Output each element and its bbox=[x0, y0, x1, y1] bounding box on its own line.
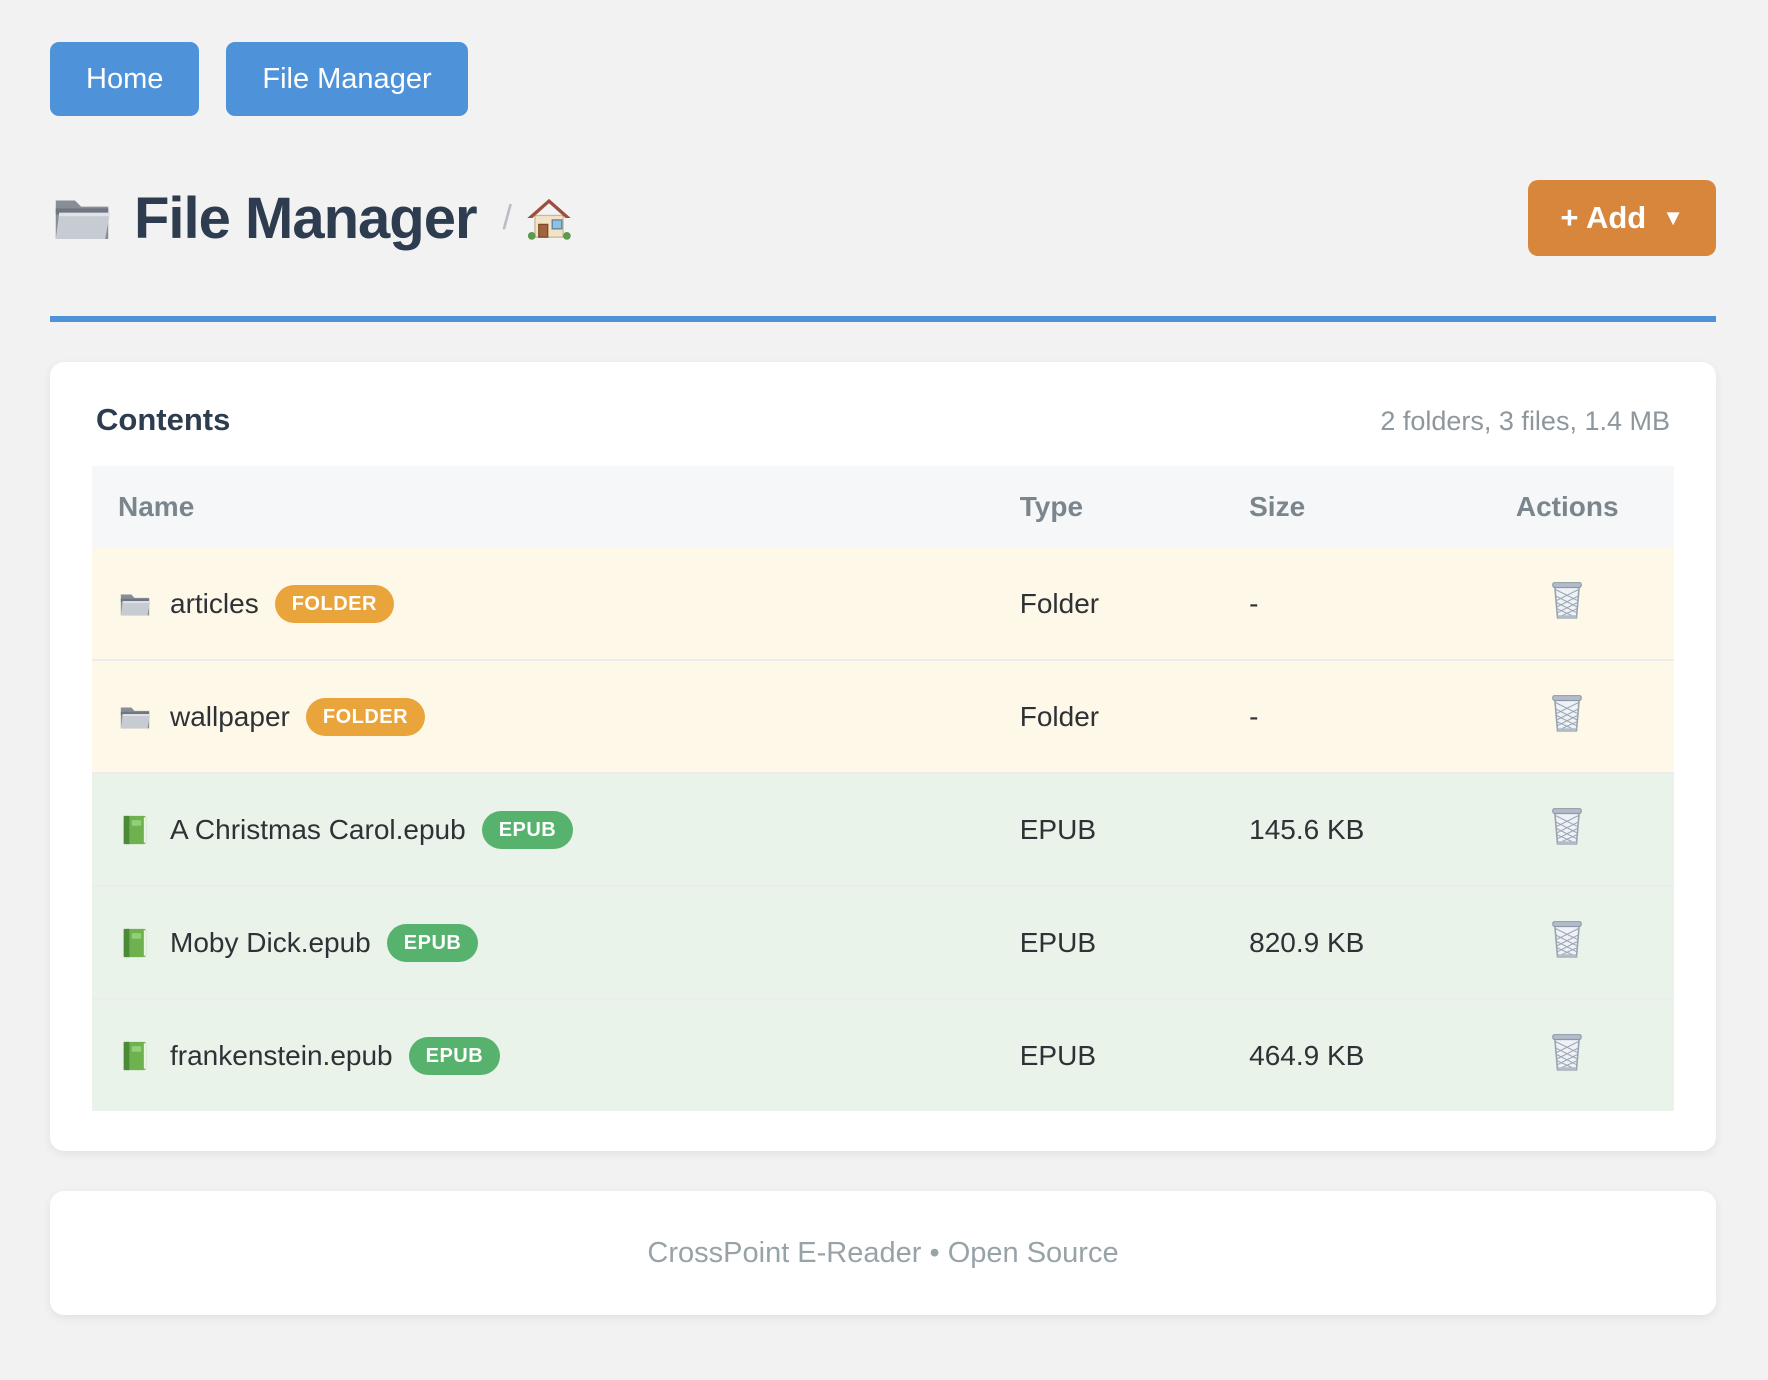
folder-icon bbox=[118, 588, 152, 620]
table-row[interactable]: frankenstein.epub EPUB EPUB 464.9 KB bbox=[92, 999, 1674, 1111]
breadcrumb-separator: / bbox=[503, 199, 512, 238]
epub-badge: EPUB bbox=[482, 811, 574, 849]
top-nav: Home File Manager bbox=[50, 42, 1716, 116]
type-cell: Folder bbox=[994, 548, 1223, 660]
delete-button[interactable] bbox=[1549, 806, 1585, 846]
epub-badge: EPUB bbox=[387, 924, 479, 962]
file-manager-button[interactable]: File Manager bbox=[226, 42, 467, 116]
book-icon bbox=[118, 1040, 152, 1072]
table-header-row: Name Type Size Actions bbox=[92, 466, 1674, 548]
size-cell: 464.9 KB bbox=[1223, 999, 1460, 1111]
breadcrumb-home-link[interactable] bbox=[526, 196, 572, 240]
type-cell: EPUB bbox=[994, 999, 1223, 1111]
contents-card-header: Contents 2 folders, 3 files, 1.4 MB bbox=[92, 402, 1674, 438]
trash-icon bbox=[1549, 1032, 1585, 1072]
book-icon bbox=[118, 927, 152, 959]
file-name[interactable]: frankenstein.epub bbox=[170, 1040, 393, 1072]
trash-icon bbox=[1549, 693, 1585, 733]
size-cell: - bbox=[1223, 660, 1460, 773]
file-name[interactable]: Moby Dick.epub bbox=[170, 927, 371, 959]
file-name[interactable]: wallpaper bbox=[170, 701, 290, 733]
type-cell: EPUB bbox=[994, 886, 1223, 999]
column-header-type: Type bbox=[994, 466, 1223, 548]
epub-badge: EPUB bbox=[409, 1037, 501, 1075]
column-header-name: Name bbox=[92, 466, 994, 548]
trash-icon bbox=[1549, 806, 1585, 846]
add-button[interactable]: + Add ▼ bbox=[1528, 180, 1716, 256]
page: Home File Manager File Manager / + Add ▼… bbox=[0, 0, 1768, 1380]
trash-icon bbox=[1549, 580, 1585, 620]
folder-icon bbox=[118, 701, 152, 733]
table-row[interactable]: wallpaper FOLDER Folder - bbox=[92, 660, 1674, 773]
footer-text: CrossPoint E-Reader • Open Source bbox=[647, 1237, 1118, 1270]
delete-button[interactable] bbox=[1549, 1032, 1585, 1072]
footer: CrossPoint E-Reader • Open Source bbox=[50, 1191, 1716, 1315]
contents-title: Contents bbox=[96, 402, 230, 438]
file-name[interactable]: articles bbox=[170, 588, 259, 620]
type-cell: Folder bbox=[994, 660, 1223, 773]
trash-icon bbox=[1549, 919, 1585, 959]
book-icon bbox=[118, 814, 152, 846]
column-header-size: Size bbox=[1223, 466, 1460, 548]
folder-badge: FOLDER bbox=[275, 585, 394, 623]
type-cell: EPUB bbox=[994, 773, 1223, 886]
page-title: File Manager bbox=[134, 185, 477, 252]
file-table: Name Type Size Actions articles FOLDER bbox=[92, 466, 1674, 1111]
table-row[interactable]: A Christmas Carol.epub EPUB EPUB 145.6 K… bbox=[92, 773, 1674, 886]
chevron-down-icon: ▼ bbox=[1662, 205, 1684, 231]
table-row[interactable]: Moby Dick.epub EPUB EPUB 820.9 KB bbox=[92, 886, 1674, 999]
delete-button[interactable] bbox=[1549, 580, 1585, 620]
title-divider bbox=[50, 316, 1716, 322]
file-name[interactable]: A Christmas Carol.epub bbox=[170, 814, 466, 846]
delete-button[interactable] bbox=[1549, 693, 1585, 733]
house-icon bbox=[526, 196, 572, 240]
contents-summary: 2 folders, 3 files, 1.4 MB bbox=[1380, 406, 1670, 437]
delete-button[interactable] bbox=[1549, 919, 1585, 959]
add-button-label: + Add bbox=[1560, 200, 1646, 236]
title-group: File Manager / bbox=[50, 185, 572, 252]
size-cell: 820.9 KB bbox=[1223, 886, 1460, 999]
breadcrumb: / bbox=[503, 196, 572, 240]
size-cell: - bbox=[1223, 548, 1460, 660]
home-button[interactable]: Home bbox=[50, 42, 199, 116]
folder-icon bbox=[50, 190, 114, 246]
contents-card: Contents 2 folders, 3 files, 1.4 MB Name… bbox=[50, 362, 1716, 1151]
folder-badge: FOLDER bbox=[306, 698, 425, 736]
size-cell: 145.6 KB bbox=[1223, 773, 1460, 886]
page-header: File Manager / + Add ▼ bbox=[50, 180, 1716, 256]
table-row[interactable]: articles FOLDER Folder - bbox=[92, 548, 1674, 660]
column-header-actions: Actions bbox=[1460, 466, 1674, 548]
